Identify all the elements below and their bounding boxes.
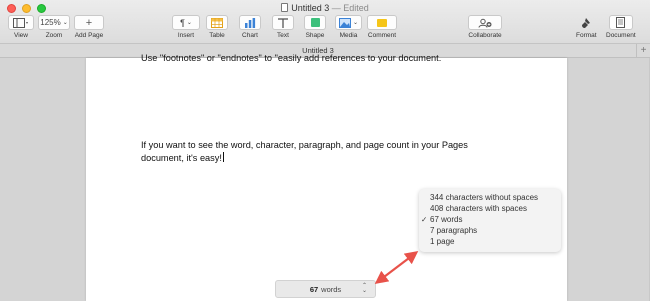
add-page-button[interactable]: + Add Page [74,15,104,39]
menu-item-pages[interactable]: 1 page [419,236,561,247]
add-page-label: Add Page [74,32,104,39]
document-text-line: document, it's easy! [141,152,224,165]
word-count-unit: words [321,284,342,294]
text-button[interactable]: Text [272,15,294,39]
menu-item-label: 67 words [430,215,463,224]
plus-icon: + [85,16,93,29]
window-title-text: Untitled 3 [291,3,330,13]
chevron-down-icon: ⌄ [186,20,192,26]
document-text-line: Use "footnotes" or "endnotes" to "easily… [141,53,442,63]
text-cursor [222,152,224,162]
document-page[interactable]: Use "footnotes" or "endnotes" to "easily… [86,53,567,301]
word-count-menu: 344 characters without spaces 408 charac… [419,189,561,252]
text-box-icon [278,17,288,28]
paintbrush-icon [582,17,591,28]
up-down-chevron-icon: ⌃ ⌄ [361,283,367,294]
text-label: Text [277,32,289,39]
window-titlebar: Untitled 3 — Edited View 125% ⌄ Zoom + A… [0,0,650,44]
menu-item-label: 344 characters without spaces [430,193,539,202]
format-button[interactable]: Format [576,15,597,39]
insert-label: Insert [177,32,195,39]
bar-chart-icon [245,17,256,28]
new-tab-button[interactable]: + [636,44,650,58]
collaborate-button[interactable]: Collaborate [468,15,502,39]
comment-button[interactable]: Comment [367,15,397,39]
window-title: Untitled 3 — Edited [0,3,650,13]
sidebar-icon [13,17,28,28]
collaborate-icon [478,18,492,28]
menu-item-label: 7 paragraphs [430,226,478,235]
document-canvas: Use "footnotes" or "endnotes" to "easily… [0,53,650,301]
checkmark-icon: ✓ [421,215,428,224]
format-label: Format [576,32,597,39]
word-count-number: 67 [309,284,319,294]
menu-item-characters-with-spaces[interactable]: 408 characters with spaces [419,203,561,214]
menu-item-label: 1 page [430,237,455,246]
shape-icon [310,18,320,27]
media-label: Media [339,32,358,39]
table-label: Table [209,32,225,39]
zoom-label: Zoom [45,32,63,39]
edited-status: — Edited [331,3,369,13]
comment-label: Comment [367,32,397,39]
menu-item-label: 408 characters with spaces [430,204,527,213]
menu-item-characters-no-spaces[interactable]: 344 characters without spaces [419,192,561,203]
menu-item-paragraphs[interactable]: 7 paragraphs [419,225,561,236]
shape-button[interactable]: Shape [304,15,326,39]
document-inspector-button[interactable]: Document [606,15,636,39]
word-count-button[interactable]: 67 words ⌃ ⌄ [275,280,376,298]
comment-icon [377,18,387,27]
insert-button[interactable]: ¶ ⌄ Insert [172,15,200,39]
table-button[interactable]: Table [206,15,228,39]
document-label: Document [606,32,636,39]
table-icon [211,17,223,28]
chevron-down-icon: ⌄ [62,20,68,26]
document-text-fragment: document, it's easy! [141,153,222,163]
photo-icon [338,17,351,28]
chart-label: Chart [242,32,258,39]
zoom-value: 125% [40,18,61,27]
paragraph-icon: ¶ [180,17,185,28]
document-icon [616,17,626,28]
view-button[interactable]: View [8,15,34,39]
view-label: View [14,32,28,39]
chart-button[interactable]: Chart [239,15,261,39]
shape-label: Shape [305,32,325,39]
document-text-line: If you want to see the word, character, … [141,140,468,150]
media-button[interactable]: ⌄ Media [335,15,362,39]
chevron-down-icon: ⌄ [352,20,359,26]
document-icon [281,3,289,12]
zoom-popup[interactable]: 125% ⌄ Zoom [38,15,70,39]
collaborate-label: Collaborate [468,32,502,39]
menu-item-words[interactable]: ✓ 67 words [419,214,561,225]
